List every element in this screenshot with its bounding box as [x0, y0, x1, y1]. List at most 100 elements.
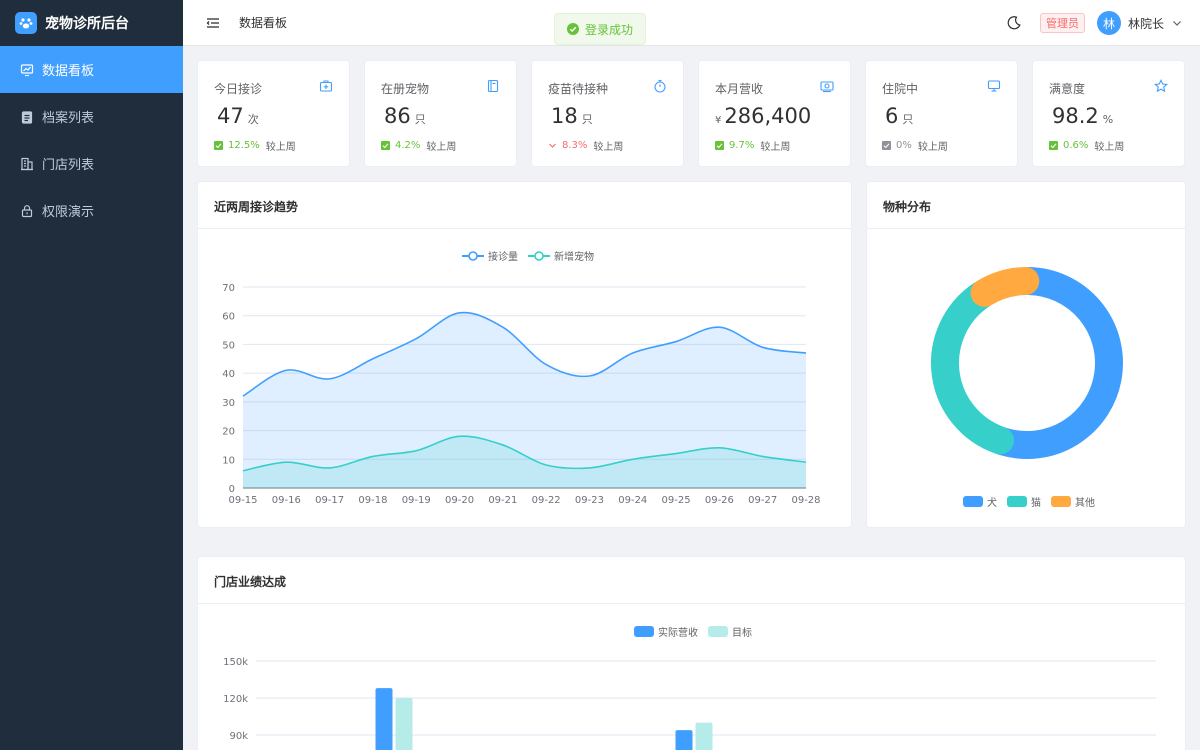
bar-target[interactable] [695, 722, 713, 750]
notebook-icon [487, 79, 499, 93]
stat-note: 较上周 [593, 142, 624, 153]
x-tick-label: 09-19 [402, 495, 431, 506]
stat-value: 18 [551, 104, 578, 128]
clipboard-icon [21, 110, 33, 124]
y-tick-label: 0 [229, 484, 235, 495]
bar-actual[interactable] [375, 688, 393, 750]
x-tick-label: 09-16 [272, 495, 301, 506]
stat-change: 4.2% [395, 140, 421, 151]
y-tick-label: 30 [222, 398, 235, 409]
top-header: 数据看板 管理员 林 林院长 [183, 0, 1200, 46]
legend-label: 其他 [1075, 498, 1095, 509]
sidebar: 宠物诊所后台 数据看板 档案列表 门店列表 权限演示 [0, 0, 183, 750]
avatar[interactable]: 林 [1096, 11, 1121, 35]
store-bar-chart: 150k 120k 90k [223, 657, 1156, 750]
stat-value: 98.2 [1052, 104, 1099, 128]
stat-value: 86 [384, 104, 411, 128]
star-icon [1154, 79, 1168, 93]
trend-panel: 近两周接诊趋势 接诊量 新增宠物 0 10 20 30 40 50 60 70 09-15 09-… [197, 181, 852, 528]
species-legend: 犬 猫 其他 [963, 494, 1105, 509]
stat-change: 8.3% [562, 140, 588, 151]
stat-change: 0% [896, 140, 912, 151]
trend-up-icon [1049, 141, 1058, 150]
stat-unit: 只 [581, 113, 593, 126]
y-tick-label: 50 [222, 340, 235, 351]
stat-card-revenue: 本月营收 ¥ 286,400 9.7% 较上周 [698, 60, 851, 167]
x-tick-label: 09-26 [705, 495, 734, 506]
stat-note: 较上周 [917, 142, 948, 153]
toast-message: 登录成功 [585, 22, 634, 37]
trend-up-icon [715, 141, 724, 150]
donut-slice-dog[interactable] [989, 267, 1123, 459]
stat-trend: 0% 较上周 [882, 138, 948, 153]
stat-label: 住院中 [882, 82, 919, 96]
success-toast: 登录成功 [554, 13, 646, 45]
stat-note: 较上周 [426, 142, 457, 153]
stat-unit: 只 [902, 113, 914, 126]
stat-value: 286,400 [724, 104, 812, 128]
paw-logo-icon [15, 12, 37, 34]
building-icon [21, 157, 33, 170]
sidebar-item-label: 门店列表 [42, 158, 95, 173]
check-circle-icon [567, 23, 579, 35]
stat-change: 9.7% [729, 140, 755, 151]
stat-card-visits: 今日接诊 47 次 12.5% 较上周 [197, 60, 350, 167]
sidebar-item-label: 数据看板 [42, 64, 95, 79]
stat-value-row: 47 次 [214, 104, 259, 128]
menu-toggle-icon[interactable] [205, 15, 221, 31]
stat-label: 疫苗待接种 [548, 82, 609, 96]
legend-label: 犬 [987, 498, 997, 509]
y-tick-label: 60 [222, 312, 235, 323]
y-tick-label: 150k [223, 657, 248, 668]
header-right: 管理员 林 林院长 [1006, 0, 1182, 46]
sidebar-item-stores[interactable]: 门店列表 [0, 140, 183, 187]
brand: 宠物诊所后台 [0, 0, 183, 46]
stat-value-row: 86 只 [381, 104, 426, 128]
stat-value: 47 [217, 104, 244, 128]
stat-change: 12.5% [228, 140, 260, 151]
sidebar-item-permissions[interactable]: 权限演示 [0, 187, 183, 234]
stat-prefix: ¥ [715, 115, 722, 126]
medical-box-icon [319, 80, 333, 92]
donut-slice-cat[interactable] [931, 280, 1015, 455]
legend-item-cat[interactable]: 猫 [1007, 494, 1041, 509]
stat-trend: 9.7% 较上周 [715, 138, 790, 153]
bar-target[interactable] [395, 698, 413, 750]
page-title: 数据看板 [239, 16, 288, 30]
species-donut-chart [931, 267, 1123, 459]
stat-unit: % [1102, 113, 1114, 126]
stopwatch-icon [654, 79, 666, 93]
dashboard-icon [20, 63, 34, 76]
trend-up-icon [214, 141, 223, 150]
stat-trend: 4.2% 较上周 [381, 138, 456, 153]
y-tick-label: 20 [222, 427, 235, 438]
user-name[interactable]: 林院长 [1128, 15, 1164, 32]
sidebar-item-label: 权限演示 [42, 205, 95, 220]
stat-note: 较上周 [1094, 142, 1125, 153]
legend-label: 猫 [1031, 498, 1041, 509]
sidebar-item-dashboard[interactable]: 数据看板 [0, 46, 183, 93]
donut-slice-other[interactable] [970, 267, 1040, 307]
stat-unit: 只 [414, 113, 426, 126]
trend-chart: 0 10 20 30 40 50 60 70 09-15 09-16 09-17 09-18 09-19… [222, 283, 820, 506]
trend-up-icon [381, 141, 390, 150]
y-tick-label: 10 [222, 455, 235, 466]
stat-change: 0.6% [1063, 140, 1089, 151]
sidebar-item-records[interactable]: 档案列表 [0, 93, 183, 140]
stat-value-row: 18 只 [548, 104, 593, 128]
x-tick-label: 09-24 [618, 495, 647, 506]
legend-swatch [1007, 496, 1027, 507]
role-badge: 管理员 [1039, 13, 1085, 33]
x-tick-label: 09-25 [662, 495, 691, 506]
stat-trend: 0.6% 较上周 [1049, 138, 1124, 153]
chevron-down-icon[interactable] [1172, 18, 1182, 28]
y-tick-label: 120k [223, 694, 248, 705]
x-tick-label: 09-27 [748, 495, 777, 506]
stat-card-pets: 在册宠物 86 只 4.2% 较上周 [364, 60, 517, 167]
bar-actual[interactable] [675, 730, 693, 750]
legend-item-dog[interactable]: 犬 [963, 494, 997, 509]
stat-unit: 次 [247, 113, 259, 126]
legend-item-other[interactable]: 其他 [1051, 494, 1095, 509]
stat-trend: 12.5% 较上周 [214, 138, 296, 153]
dark-mode-moon-icon[interactable] [1006, 15, 1022, 31]
